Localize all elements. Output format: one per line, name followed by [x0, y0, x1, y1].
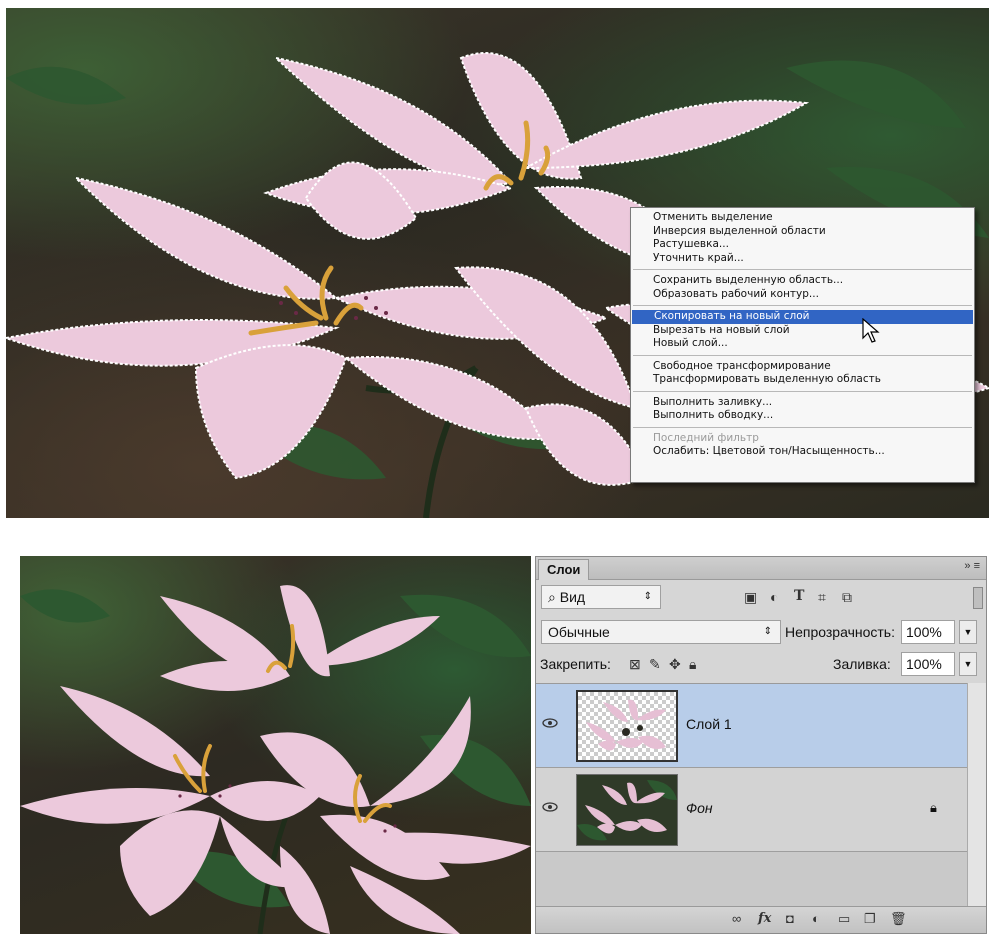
layer-name[interactable]: Слой 1: [686, 716, 732, 732]
tab-layers[interactable]: Слои: [538, 559, 590, 580]
menu-separator: [633, 269, 972, 270]
panel-menu-icon[interactable]: ≡: [974, 560, 980, 572]
lock-position-icon[interactable]: ✥: [669, 656, 681, 673]
opacity-input[interactable]: 100%: [901, 620, 955, 644]
type-filter-icon[interactable]: T: [794, 588, 804, 604]
fill-dropdown-button[interactable]: ▼: [959, 652, 977, 676]
layers-scrollbar[interactable]: [967, 683, 986, 909]
new-adjustment-icon[interactable]: ◐: [812, 911, 820, 926]
menu-separator: [633, 354, 972, 356]
lily-photo-result: [20, 556, 531, 934]
adjustment-filter-icon[interactable]: ◐: [770, 589, 778, 605]
menu-item-deselect[interactable]: Отменить выделение: [631, 211, 974, 225]
lock-transparent-icon[interactable]: ⊠: [629, 656, 641, 673]
add-mask-icon[interactable]: ◘: [786, 911, 794, 926]
lily-result-canvas: [20, 585, 531, 934]
menu-item-feather[interactable]: Растушевка...: [631, 238, 974, 252]
layer-name[interactable]: Фон: [686, 800, 713, 816]
new-layer-icon[interactable]: ❐: [864, 911, 876, 927]
fx-icon[interactable]: fx: [758, 911, 771, 926]
opacity-dropdown-button[interactable]: ▼: [959, 620, 977, 644]
panel-tab-bar: Слои » ≡: [536, 557, 986, 580]
menu-item-layer-via-cut[interactable]: Вырезать на новый слой: [631, 324, 974, 338]
menu-item-layer-via-copy[interactable]: Скопировать на новый слой: [632, 310, 973, 324]
fill-input[interactable]: 100%: [901, 652, 955, 676]
layers-list: Слой 1 Фон 🔒︎: [536, 683, 968, 910]
layer-thumbnail-image: [577, 780, 677, 841]
search-icon: ⌕: [548, 589, 560, 605]
delete-layer-icon[interactable]: 🗑︎: [890, 911, 907, 927]
menu-separator: [633, 426, 972, 428]
shape-filter-icon[interactable]: ⌗: [818, 589, 826, 606]
fill-label: Заливка:: [833, 656, 891, 672]
image-filter-icon[interactable]: ▣: [744, 589, 757, 606]
filter-kind-value: Вид: [559, 589, 586, 605]
opacity-label: Непрозрачность:: [785, 624, 895, 640]
menu-separator: [633, 390, 972, 392]
menu-item-refine-edge[interactable]: Уточнить край...: [631, 252, 974, 266]
menu-item-fade[interactable]: Ослабить: Цветовой тон/Насыщенность...: [631, 445, 974, 459]
layer-row-layer-1[interactable]: Слой 1: [536, 684, 968, 768]
new-group-icon[interactable]: ▭: [838, 911, 850, 927]
mouse-cursor-icon: [862, 318, 880, 343]
layer-thumbnail[interactable]: [576, 690, 678, 762]
blend-mode-select[interactable]: Обычные ⇕: [541, 620, 781, 644]
menu-separator: [633, 305, 972, 306]
layer-filter-kind-select[interactable]: ⌕ Вид ⇕: [541, 585, 661, 609]
menu-item-transform-selection[interactable]: Трансформировать выделенную область: [631, 373, 974, 387]
menu-item-last-filter: Последний фильтр: [653, 431, 759, 444]
menu-item-inverse-selection[interactable]: Инверсия выделенной области: [631, 225, 974, 239]
panel-menu-button[interactable]: » ≡: [964, 560, 980, 572]
chevron-updown-icon: ⇕: [763, 626, 772, 637]
layers-panel: Слои » ≡ ⌕ Вид ⇕ ▣ ◐ T ⌗ ⧉ Обычные ⇕ Неп…: [535, 556, 987, 934]
lock-icon: 🔒︎: [930, 800, 937, 815]
smart-object-filter-icon[interactable]: ⧉: [842, 589, 852, 606]
menu-item-make-work-path[interactable]: Образовать рабочий контур...: [631, 288, 974, 302]
menu-item-save-selection[interactable]: Сохранить выделенную область...: [631, 274, 974, 288]
selection-context-menu: Отменить выделение Инверсия выделенной о…: [630, 207, 975, 483]
menu-item-stroke[interactable]: Выполнить обводку...: [631, 409, 974, 423]
link-layers-icon[interactable]: ∞: [732, 911, 741, 926]
menu-item-fill[interactable]: Выполнить заливку...: [631, 396, 974, 410]
blend-mode-value: Обычные: [548, 624, 610, 640]
filter-toggle-switch[interactable]: [973, 587, 983, 609]
menu-item-free-transform[interactable]: Свободное трансформирование: [631, 360, 974, 374]
layers-panel-footer: ∞ fx ◘ ◐ ▭ ❐ 🗑︎: [536, 906, 986, 933]
lock-image-icon[interactable]: ✎: [649, 656, 661, 673]
menu-item-new-layer[interactable]: Новый слой...: [631, 337, 974, 351]
chevron-updown-icon: ⇕: [643, 591, 652, 602]
eye-visibility-icon[interactable]: [542, 801, 558, 813]
layer-thumbnail[interactable]: [576, 774, 678, 846]
lock-all-icon[interactable]: 🔒︎: [689, 656, 696, 673]
layer-thumbnail-image: [586, 699, 666, 751]
eye-visibility-icon[interactable]: [542, 717, 558, 729]
panel-collapse-icon[interactable]: »: [964, 560, 970, 572]
layer-row-background[interactable]: Фон 🔒︎: [536, 768, 968, 852]
lock-label: Закрепить:: [540, 656, 611, 672]
